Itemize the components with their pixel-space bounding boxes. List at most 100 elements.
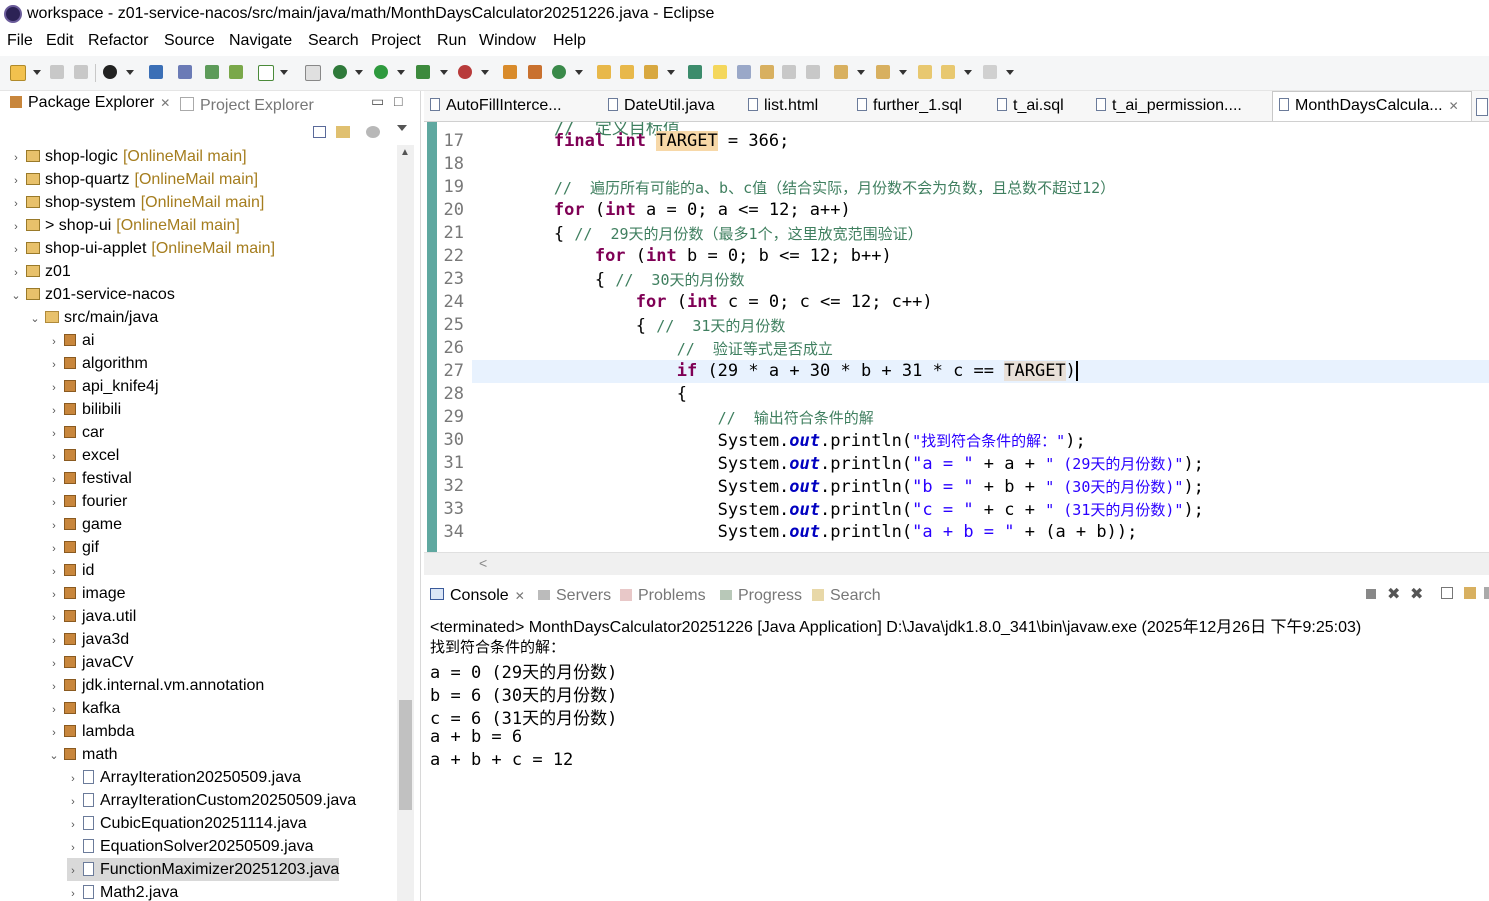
tree-package-item[interactable]: › car [48, 421, 104, 444]
debug-icon[interactable] [333, 65, 347, 79]
search-icon[interactable] [688, 65, 702, 79]
pen-dropdown-icon[interactable] [667, 70, 675, 75]
menu-refactor[interactable]: Refactor [88, 32, 148, 50]
chevron-right-icon[interactable]: › [48, 377, 60, 400]
open-file-icon[interactable] [620, 65, 634, 79]
next-annotation-dropdown-icon[interactable] [857, 70, 865, 75]
tree-file-item[interactable]: › ArrayIteration20250509.java [67, 766, 301, 789]
back-dropdown-icon[interactable] [964, 70, 972, 75]
last-edit-icon[interactable] [918, 65, 932, 79]
chevron-right-icon[interactable]: › [48, 469, 60, 492]
pen-icon[interactable] [644, 65, 658, 79]
chevron-down-icon[interactable]: ⌄ [10, 285, 22, 308]
tree-package-item[interactable]: › java3d [48, 628, 129, 651]
chevron-right-icon[interactable]: › [10, 147, 22, 170]
back-icon[interactable] [941, 65, 955, 79]
menu-run[interactable]: Run [437, 32, 466, 50]
menu-source[interactable]: Source [164, 32, 215, 50]
tree-project-item[interactable]: › shop-ui-applet [OnlineMail main] [10, 237, 275, 260]
scroll-lock-icon[interactable] [1464, 587, 1476, 599]
terminate-icon[interactable] [1366, 589, 1376, 599]
tree-package-item[interactable]: › api_knife4j [48, 375, 158, 400]
chevron-right-icon[interactable]: › [10, 239, 22, 262]
coverage-dropdown-icon[interactable] [440, 70, 448, 75]
coverage-icon[interactable] [416, 65, 430, 79]
code-editor[interactable]: // 定义目标值 17 final int TARGET = 366; 18 1… [424, 122, 1489, 552]
horizontal-scrollbar[interactable]: < [424, 552, 1489, 575]
minimize-icon[interactable]: ▭ [371, 93, 384, 110]
new-package-icon[interactable] [528, 65, 542, 79]
chevron-down-icon[interactable]: ⌄ [48, 745, 60, 768]
tab-dateutil[interactable]: DateUtil.java [608, 97, 715, 115]
chevron-right-icon[interactable]: › [48, 561, 60, 584]
tree-file-item[interactable]: › FunctionMaximizer20251203.java [67, 858, 340, 881]
more-console-icon[interactable] [1484, 587, 1489, 599]
new-icon[interactable] [10, 65, 26, 81]
run-dropdown-icon[interactable] [397, 70, 405, 75]
profile-dropdown-icon[interactable] [126, 70, 134, 75]
remove-all-icon[interactable]: ✖ [1410, 584, 1423, 604]
next-annotation-icon[interactable] [834, 65, 848, 79]
chevron-right-icon[interactable]: › [48, 423, 60, 446]
chevron-right-icon[interactable]: › [48, 722, 60, 745]
forward-dropdown-icon[interactable] [1006, 70, 1014, 75]
block-selection-icon[interactable] [760, 65, 774, 79]
terminal-icon[interactable] [149, 65, 163, 79]
tree-project-item[interactable]: › z01 [10, 260, 71, 283]
tab-further-sql[interactable]: further_1.sql [857, 97, 962, 115]
tree-package-item[interactable]: › fourier [48, 490, 127, 513]
tree-file-item[interactable]: › EquationSolver20250509.java [67, 835, 313, 860]
tree-package-item[interactable]: › kafka [48, 697, 120, 720]
tab-project-explorer[interactable]: Project Explorer [180, 97, 314, 115]
external-tools-dropdown-icon[interactable] [481, 70, 489, 75]
menu-navigate[interactable]: Navigate [229, 32, 292, 50]
tree-project-item[interactable]: › > shop-ui [OnlineMail main] [10, 214, 240, 237]
scroll-up-icon[interactable]: ▲ [400, 147, 410, 158]
chevron-right-icon[interactable]: › [48, 630, 60, 653]
new-class-dropdown-icon[interactable] [575, 70, 583, 75]
collapse-all-icon[interactable] [313, 126, 326, 138]
tab-problems[interactable]: Problems [620, 587, 706, 605]
tree-package-item[interactable]: ⌄ math [48, 743, 117, 768]
tree-package-item[interactable]: › javaCV [48, 651, 133, 674]
tab-servers[interactable]: Servers [538, 587, 611, 605]
close-icon[interactable]: ✕ [160, 96, 170, 110]
tab-package-explorer[interactable]: Package Explorer ✕ [4, 94, 176, 118]
console-output[interactable]: <terminated> MonthDaysCalculator20251226… [424, 611, 1489, 901]
chevron-right-icon[interactable]: › [48, 331, 60, 354]
chevron-right-icon[interactable]: › [10, 216, 22, 239]
run-icon[interactable] [374, 65, 388, 79]
open-folder-icon[interactable] [597, 65, 611, 79]
chevron-right-icon[interactable]: › [48, 699, 60, 722]
tab-t-ai-sql[interactable]: t_ai.sql [997, 97, 1064, 115]
chevron-right-icon[interactable]: › [67, 883, 79, 901]
tab-console[interactable]: Console ✕ [430, 587, 525, 605]
save-icon[interactable] [50, 65, 64, 79]
chevron-down-icon[interactable]: ⌄ [29, 308, 41, 331]
chevron-right-icon[interactable]: › [10, 170, 22, 193]
tree-project-item[interactable]: ⌄ src/main/java [29, 306, 158, 329]
more-tabs-icon[interactable] [1476, 98, 1488, 116]
new-java-project-icon[interactable] [503, 65, 517, 79]
chevron-right-icon[interactable]: › [10, 193, 22, 216]
chevron-right-icon[interactable]: › [67, 814, 79, 837]
build-all-icon[interactable] [229, 65, 243, 79]
previous-annotation-icon[interactable] [876, 65, 890, 79]
tab-list-html[interactable]: list.html [748, 97, 818, 115]
tab-autofill[interactable]: AutoFillInterce... [430, 97, 562, 115]
tree-project-item[interactable]: ⌄ z01-service-nacos [10, 283, 174, 308]
view-menu-icon[interactable] [397, 125, 407, 131]
show-whitespace-icon[interactable] [782, 65, 796, 79]
tree-package-item[interactable]: › algorithm [48, 352, 148, 375]
chevron-right-icon[interactable]: › [48, 607, 60, 630]
tree-package-item[interactable]: › gif [48, 536, 99, 559]
tree-file-item[interactable]: › ArrayIterationCustom20250509.java [67, 789, 356, 812]
chevron-right-icon[interactable]: › [48, 446, 60, 469]
chevron-right-icon[interactable]: › [67, 837, 79, 860]
paragraph-icon[interactable] [806, 65, 820, 79]
open-type-icon[interactable] [305, 65, 321, 81]
chevron-right-icon[interactable]: › [48, 400, 60, 423]
menu-help[interactable]: Help [553, 32, 586, 50]
tree-file-item[interactable]: › CubicEquation20251114.java [67, 812, 307, 835]
link-with-editor-icon[interactable] [336, 126, 350, 138]
